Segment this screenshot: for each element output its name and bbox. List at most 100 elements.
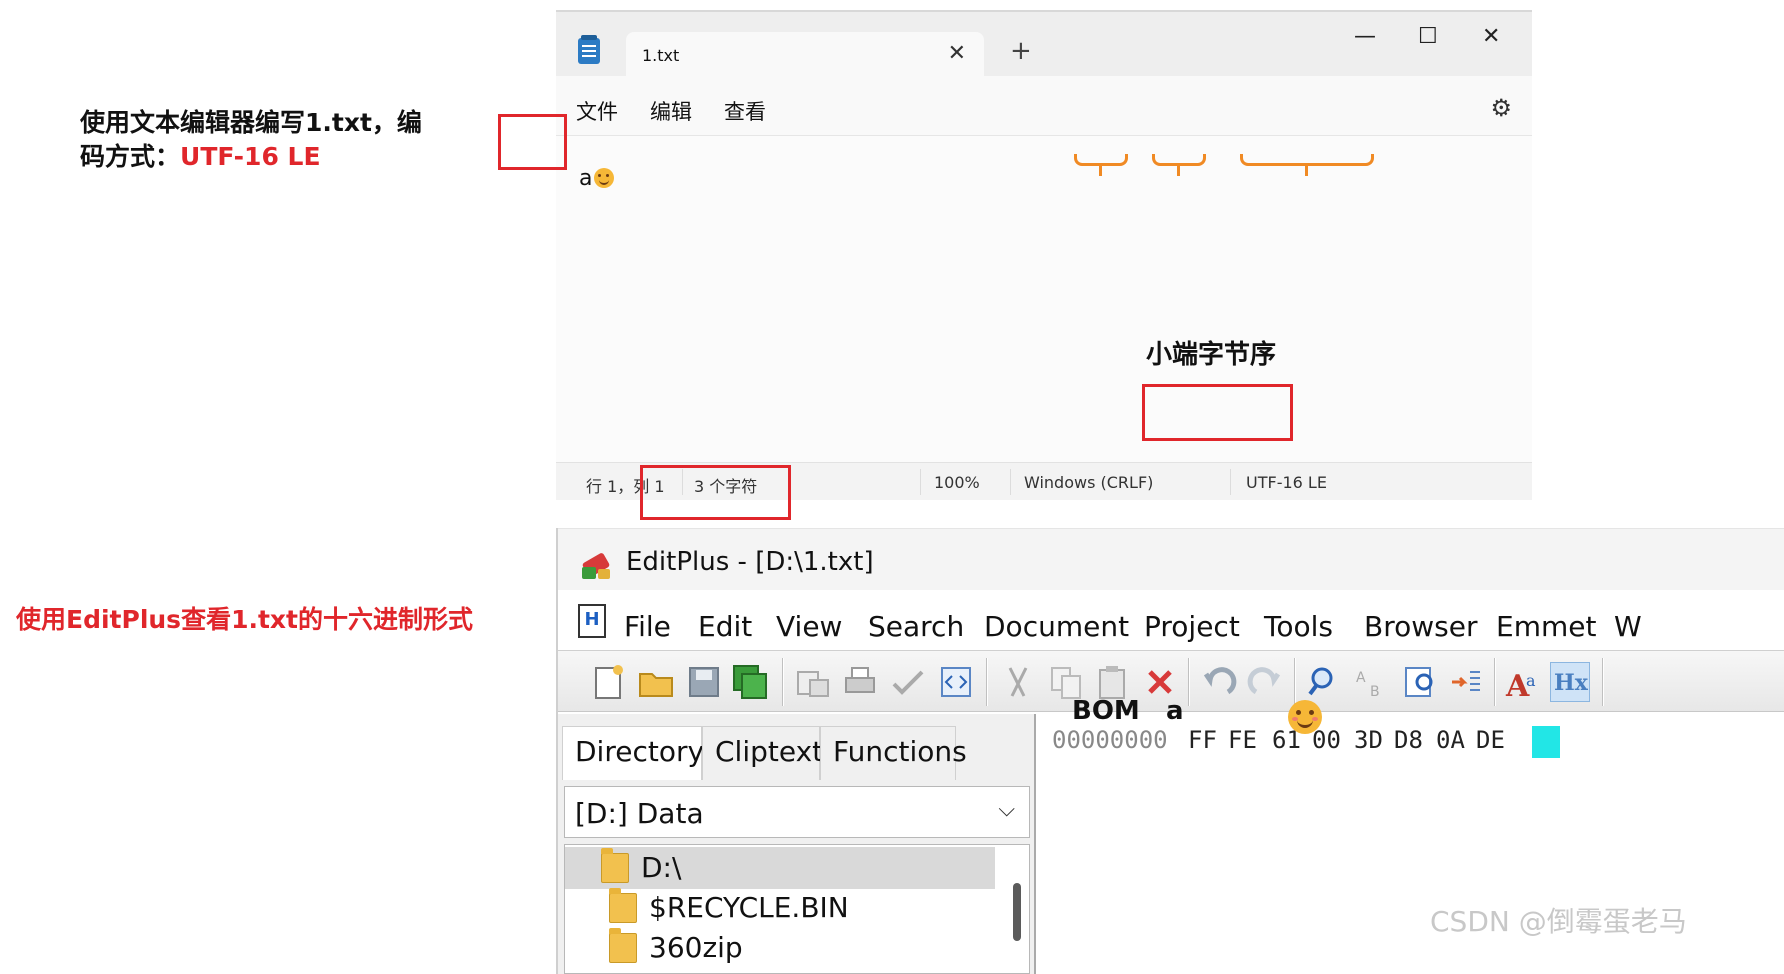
notepad-caption-line2: 码方式：UTF-16 LE [80, 140, 422, 174]
undo-icon[interactable] [1198, 662, 1238, 702]
tree-item-label: $RECYCLE.BIN [649, 891, 849, 924]
directory-tree: D:\ $RECYCLE.BIN 360zip [564, 844, 1030, 974]
new-tab-icon[interactable]: + [1010, 38, 1032, 64]
redo-icon[interactable] [1246, 662, 1286, 702]
editplus-logo-icon [580, 551, 614, 581]
hex-byte: D8 [1394, 726, 1423, 754]
open-folder-icon[interactable] [636, 662, 676, 702]
tree-item[interactable]: $RECYCLE.BIN [565, 887, 995, 929]
tab-functions[interactable]: Functions [820, 726, 967, 780]
editplus-titlebar: EditPlus - [D:\1.txt] [558, 528, 1784, 590]
drive-select[interactable]: [D:] Data ⌵ [564, 786, 1030, 838]
maximize-icon[interactable]: ☐ [1418, 24, 1438, 49]
bom-brace-tick [1099, 166, 1102, 176]
emoji-cheek [1312, 717, 1318, 721]
svg-text:a: a [1526, 671, 1536, 690]
editplus-title: EditPlus - [D:\1.txt] [626, 547, 874, 577]
hex-byte: DE [1476, 726, 1505, 754]
menu-window[interactable]: W [1614, 610, 1642, 643]
new-file-icon[interactable] [588, 662, 628, 702]
tree-item[interactable]: D:\ [565, 847, 995, 889]
tree-item-label: 360zip [649, 931, 743, 964]
menu-project[interactable]: Project [1144, 610, 1240, 643]
highlight-title-path-box [640, 465, 791, 520]
print-preview-icon[interactable] [792, 662, 832, 702]
find-in-files-icon[interactable] [1400, 662, 1440, 702]
tree-item-label: D:\ [641, 851, 682, 884]
editplus-caption: 使用EditPlus查看1.txt的十六进制形式 [16, 605, 473, 634]
hex-caret [1532, 726, 1560, 758]
highlight-content-box [498, 114, 567, 170]
emoji-cheek [1292, 717, 1298, 721]
font-icon[interactable]: Aa [1504, 662, 1544, 704]
find-icon[interactable] [1304, 662, 1344, 702]
spell-check-icon[interactable] [888, 662, 928, 702]
svg-text:Hx: Hx [1554, 670, 1589, 696]
document-icon[interactable]: H [578, 604, 606, 638]
hex-byte: 3D [1354, 726, 1383, 754]
chevron-down-icon[interactable]: ⌵ [998, 797, 1015, 822]
watermark: CSDN @倒霉蛋老马 [1430, 905, 1687, 938]
save-all-icon[interactable] [730, 662, 770, 702]
toolbar-separator [1494, 658, 1496, 706]
hex-address: 00000000 [1052, 726, 1168, 754]
browser-preview-icon[interactable] [936, 662, 976, 702]
status-line-ending[interactable]: Windows (CRLF) [1024, 473, 1153, 492]
menu-browser[interactable]: Browser [1364, 610, 1477, 643]
replace-icon[interactable]: AB [1352, 662, 1392, 702]
menu-file[interactable]: 文件 [576, 96, 618, 126]
indent-icon[interactable] [1446, 662, 1486, 702]
minimize-icon[interactable]: — [1354, 24, 1376, 49]
notepad-caption-line1: 使用文本编辑器编写1.txt，编 [80, 108, 422, 137]
menu-view[interactable]: View [776, 610, 842, 643]
a-brace-tick [1177, 166, 1180, 176]
close-window-icon[interactable]: ✕ [1482, 24, 1500, 49]
menu-edit[interactable]: 编辑 [650, 96, 692, 126]
menu-search[interactable]: Search [868, 610, 964, 643]
toolbar-separator [1188, 658, 1190, 706]
caption-prefix: 码方式： [80, 142, 181, 171]
tab-close-icon[interactable]: ✕ [948, 41, 966, 66]
tree-scrollbar[interactable] [1013, 883, 1021, 941]
print-icon[interactable] [840, 662, 880, 702]
svg-text:B: B [1370, 684, 1380, 700]
cut-icon[interactable] [998, 662, 1038, 702]
endianness-label: 小端字节序 [1146, 340, 1277, 370]
a-brace [1152, 154, 1206, 166]
notepad-editor[interactable]: a [556, 136, 1532, 462]
toolbar-separator [782, 658, 784, 706]
a-label: a [1166, 696, 1184, 726]
smiling-face-emoji-icon [594, 168, 615, 188]
folder-open-icon [601, 848, 629, 883]
emoji-brace-tick [1305, 166, 1308, 176]
hex-byte: 0A [1436, 726, 1465, 754]
notepad-tab[interactable]: 1.txt ✕ [626, 32, 984, 78]
settings-gear-icon[interactable]: ⚙ [1490, 94, 1512, 122]
status-divider [920, 469, 921, 495]
tab-directory[interactable]: Directory [562, 726, 704, 780]
save-icon[interactable] [684, 662, 724, 702]
tab-cliptext[interactable]: Cliptext [702, 726, 823, 780]
smiling-face-emoji-icon [1288, 700, 1322, 734]
notepad-window: 1.txt ✕ + — ☐ ✕ 文件 编辑 查看 ⚙ a 行 1，列 1 3 个… [556, 10, 1532, 500]
menu-document[interactable]: Document [984, 610, 1129, 643]
notepad-app-icon [578, 35, 600, 64]
menu-edit[interactable]: Edit [698, 610, 752, 643]
menu-view[interactable]: 查看 [724, 96, 766, 126]
status-divider [1010, 469, 1011, 495]
status-encoding[interactable]: UTF-16 LE [1246, 473, 1327, 492]
app-name: EditPlus [626, 547, 730, 577]
toolbar-separator [1602, 658, 1604, 706]
toolbar-separator [1294, 658, 1296, 706]
notepad-tabbar: 1.txt ✕ + — ☐ ✕ [556, 12, 1532, 78]
folder-icon [609, 888, 637, 923]
editor-content: a [579, 166, 615, 191]
bom-label: BOM [1072, 696, 1140, 726]
menu-emmet[interactable]: Emmet [1496, 610, 1596, 643]
status-divider [1230, 469, 1231, 495]
status-zoom[interactable]: 100% [934, 473, 980, 492]
tree-item[interactable]: 360zip [565, 927, 995, 969]
hex-view-toggle-icon[interactable]: Hx [1550, 662, 1590, 702]
menu-tools[interactable]: Tools [1264, 610, 1333, 643]
menu-file[interactable]: File [624, 610, 671, 643]
